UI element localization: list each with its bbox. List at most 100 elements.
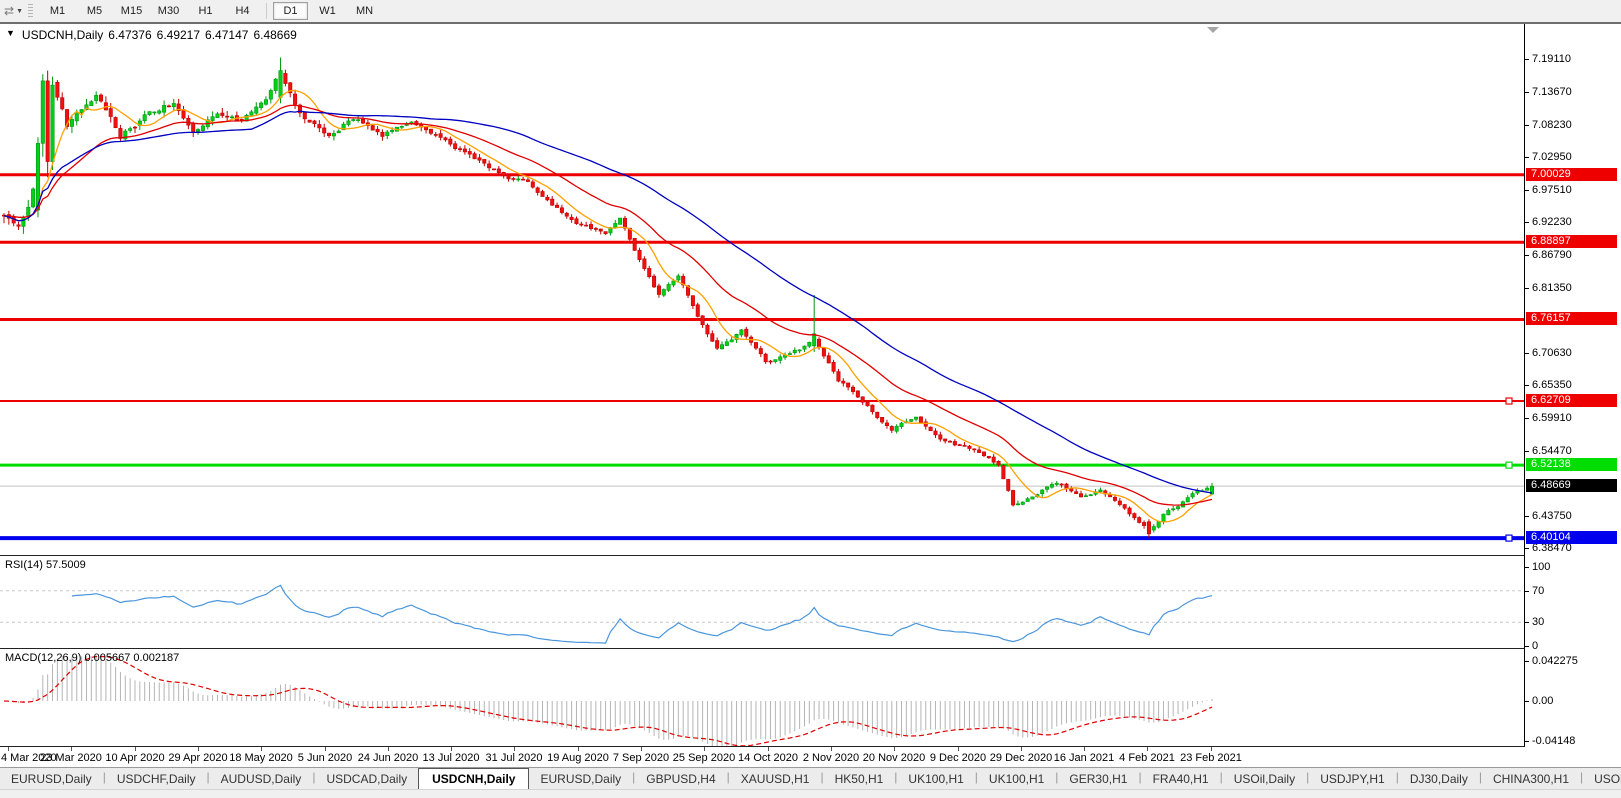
chart-low-value: 6.47147 [205, 28, 248, 42]
macd-tick-label: 0.042275 [1532, 655, 1578, 667]
timeframe-toolbar: ⇄ ▼ M1M5M15M30H1H4 D1W1MN [0, 0, 1621, 23]
tab-ger30-h1[interactable]: GER30,H1 [1058, 769, 1138, 790]
macd-tick-mark [1525, 701, 1529, 702]
date-label: 2 Nov 2020 [803, 752, 859, 764]
rsi-label: RSI(14) 57.5009 [5, 559, 86, 571]
level-price-badge: 7.00029 [1526, 168, 1617, 181]
moving-average-52 [4, 111, 1212, 493]
tab-audusd-daily[interactable]: AUDUSD,Daily [210, 769, 313, 790]
date-label: 31 Jul 2020 [486, 752, 543, 764]
macd-chart[interactable] [0, 649, 1524, 746]
level-price-badge: 6.40104 [1526, 531, 1617, 544]
rsi-indicator-panel[interactable]: RSI(14) 57.5009 [0, 556, 1525, 649]
current-price-badge: 6.48669 [1526, 479, 1617, 492]
level-price-badge: 6.52138 [1526, 458, 1617, 471]
timeframe-button-m30[interactable]: M30 [151, 2, 186, 20]
date-tick-mark [261, 747, 262, 751]
date-label: 25 Sep 2020 [673, 752, 735, 764]
tab-hk50-h1[interactable]: HK50,H1 [824, 769, 895, 790]
date-label: 20 Nov 2020 [863, 752, 925, 764]
macd-indicator-panel[interactable]: MACD(12,26,9) 0.005667 0.002187 [0, 649, 1525, 747]
price-tick-label: 6.43750 [1532, 510, 1572, 522]
main-chart-panel[interactable]: ▼ USDCNH,Daily 6.47376 6.49217 6.47147 6… [0, 24, 1525, 556]
moving-average-8 [4, 91, 1212, 523]
rsi-tick-mark [1525, 646, 1529, 647]
price-tick-label: 6.65350 [1532, 379, 1572, 391]
rsi-chart[interactable] [0, 556, 1524, 648]
tab-usdchf-daily[interactable]: USDCHF,Daily [106, 769, 207, 790]
timeframe-button-h1[interactable]: H1 [188, 2, 223, 20]
tab-usdjpy-h1[interactable]: USDJPY,H1 [1309, 769, 1395, 790]
timeframe-button-mn[interactable]: MN [347, 2, 382, 20]
date-label: 9 Dec 2020 [930, 752, 986, 764]
price-tick-mark [1525, 255, 1529, 256]
tab-uk100-h1[interactable]: UK100,H1 [978, 769, 1055, 790]
macd-tick-mark [1525, 741, 1529, 742]
rsi-tick-label: 70 [1532, 585, 1544, 597]
date-tick-mark [1021, 747, 1022, 751]
date-label: 14 Oct 2020 [738, 752, 798, 764]
rsi-tick-label: 0 [1532, 640, 1538, 652]
date-tick-mark [388, 747, 389, 751]
price-tick-mark [1525, 385, 1529, 386]
date-tick-mark [198, 747, 199, 751]
toolbar-grip[interactable] [28, 4, 33, 18]
price-tick-mark [1525, 59, 1529, 60]
tab-gbpusd-h4[interactable]: GBPUSD,H4 [635, 769, 726, 790]
date-tick-mark [958, 747, 959, 751]
level-price-badge: 6.62709 [1526, 394, 1617, 407]
macd-tick-mark [1525, 661, 1529, 662]
chevron-down-icon[interactable]: ▼ [16, 8, 23, 15]
tab-fra40-h1[interactable]: FRA40,H1 [1142, 769, 1220, 790]
chart-tabs: EURUSD,Daily|USDCHF,Daily|AUDUSD,Daily|U… [0, 768, 1621, 790]
date-tick-mark [768, 747, 769, 751]
tab-usdcnh-daily[interactable]: USDCNH,Daily [418, 768, 529, 790]
date-label: 18 May 2020 [229, 752, 293, 764]
date-label: 10 Apr 2020 [105, 752, 164, 764]
date-label: 13 Jul 2020 [423, 752, 480, 764]
macd-signal-line [4, 656, 1212, 745]
date-label: 23 Mar 2020 [40, 752, 102, 764]
moving-average-25 [4, 105, 1212, 505]
tab-uk100-h1[interactable]: UK100,H1 [897, 769, 974, 790]
price-tick-label: 7.02950 [1532, 151, 1572, 163]
time-axis[interactable]: 4 Mar 202023 Mar 202010 Apr 202029 Apr 2… [0, 747, 1621, 767]
price-tick-label: 7.19110 [1532, 53, 1571, 65]
price-tick-label: 6.54470 [1532, 445, 1572, 457]
tab-usoil[interactable]: USOil, [1583, 769, 1621, 790]
price-tick-mark [1525, 451, 1529, 452]
timeframe-button-d1[interactable]: D1 [273, 2, 308, 20]
timeframe-button-m15[interactable]: M15 [114, 2, 149, 20]
price-tick-label: 7.13670 [1532, 86, 1572, 98]
tab-xauusd-h1[interactable]: XAUUSD,H1 [730, 769, 821, 790]
chart-tools-icon[interactable]: ⇄ [4, 4, 14, 18]
candlestick-chart[interactable] [0, 24, 1524, 555]
level-price-badge: 6.76157 [1526, 312, 1617, 325]
timeframe-button-h4[interactable]: H4 [225, 2, 260, 20]
price-tick-mark [1525, 190, 1529, 191]
price-tick-mark [1525, 418, 1529, 419]
tab-china300-h1[interactable]: CHINA300,H1 [1482, 769, 1580, 790]
price-tick-label: 6.97510 [1532, 184, 1572, 196]
price-tick-label: 6.70630 [1532, 347, 1572, 359]
timeframe-button-w1[interactable]: W1 [310, 2, 345, 20]
price-tick-mark [1525, 92, 1529, 93]
chart-close-value: 6.48669 [253, 28, 296, 42]
date-tick-mark [894, 747, 895, 751]
price-axis[interactable]: 7.191107.136707.082307.029506.975106.922… [1525, 24, 1621, 767]
tab-dj30-daily[interactable]: DJ30,Daily [1399, 769, 1479, 790]
tab-usdcad-daily[interactable]: USDCAD,Daily [315, 769, 418, 790]
timeframe-button-m5[interactable]: M5 [77, 2, 112, 20]
tab-eurusd-daily[interactable]: EURUSD,Daily [0, 769, 103, 790]
date-tick-mark [451, 747, 452, 751]
date-label: 29 Dec 2020 [990, 752, 1052, 764]
price-tick-label: 6.86790 [1532, 249, 1572, 261]
tab-usoil-daily[interactable]: USOil,Daily [1223, 769, 1306, 790]
price-tick-mark [1525, 548, 1529, 549]
tab-eurusd-daily[interactable]: EURUSD,Daily [529, 769, 632, 790]
date-tick-mark [1147, 747, 1148, 751]
timeframe-button-m1[interactable]: M1 [40, 2, 75, 20]
date-label: 29 Apr 2020 [168, 752, 227, 764]
collapse-triangle-icon[interactable]: ▼ [6, 28, 15, 42]
timeframe-toolbar-buttons: M1M5M15M30H1H4 D1W1MN [39, 2, 383, 20]
